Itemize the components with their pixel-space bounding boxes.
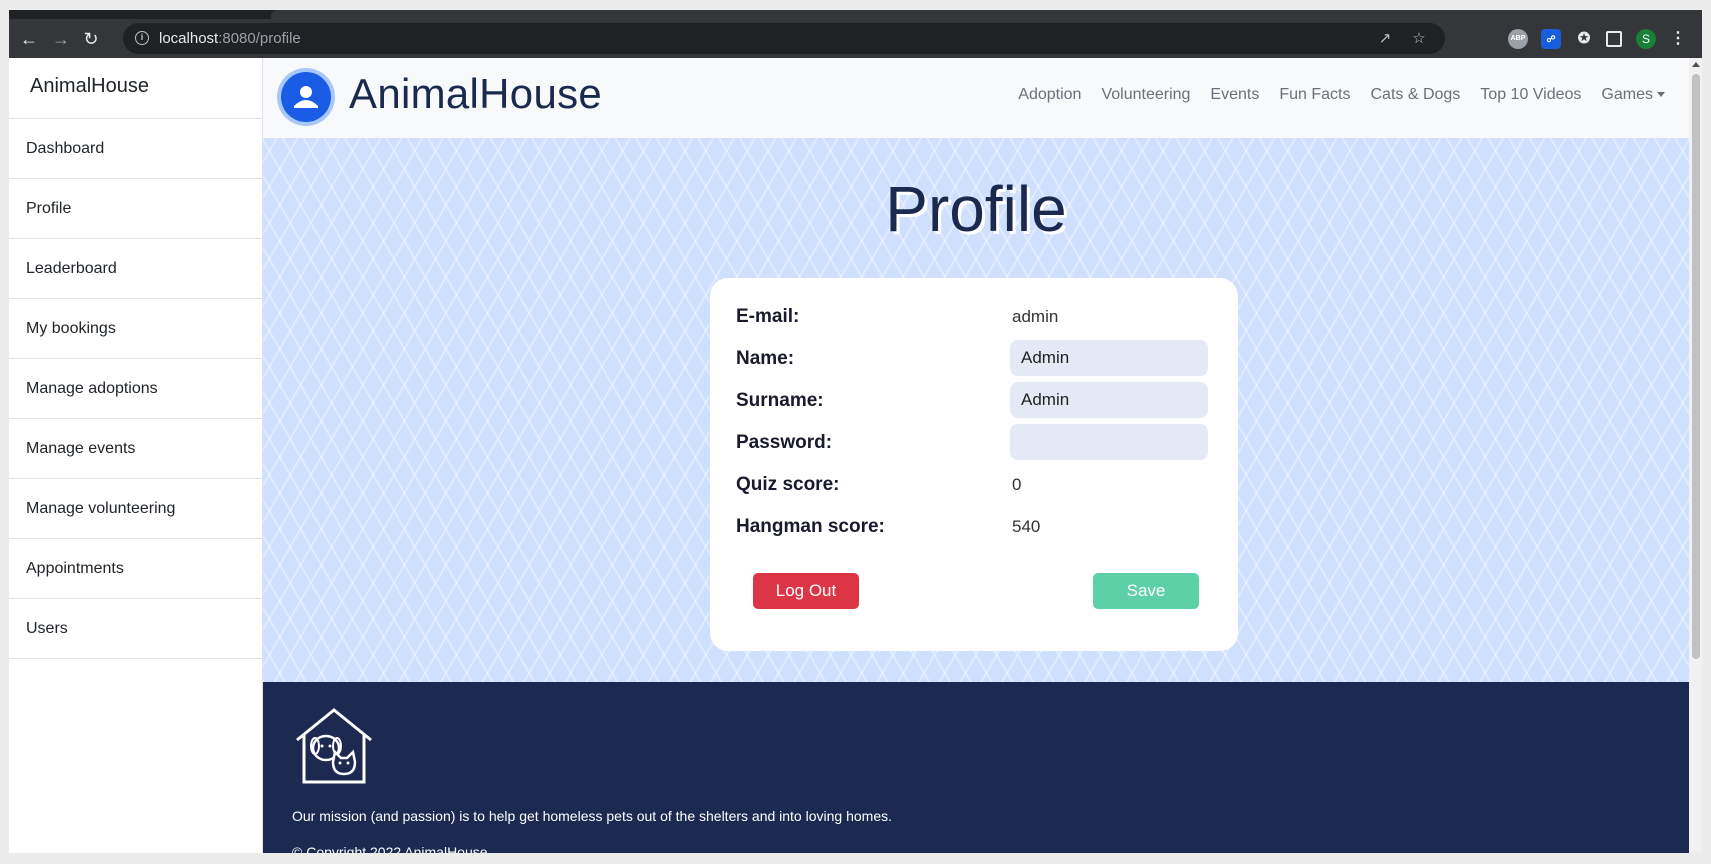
save-button[interactable]: Save — [1093, 573, 1199, 609]
surname-input[interactable] — [1010, 382, 1208, 418]
page-scrollbar[interactable] — [1689, 58, 1702, 853]
caret-down-icon — [1657, 92, 1665, 98]
sidebar-item-dashboard[interactable]: Dashboard — [9, 119, 262, 179]
bitwarden-extension-icon[interactable]: ☍ — [1541, 29, 1561, 49]
sidebar-item-my-bookings[interactable]: My bookings — [9, 299, 262, 359]
sidebar-item-manage-volunteering[interactable]: Manage volunteering — [9, 479, 262, 539]
navbar-links: Adoption Volunteering Events Fun Facts C… — [1018, 86, 1665, 104]
bookmark-star-icon[interactable]: ☆ — [1410, 30, 1428, 48]
sidebar-item-manage-events[interactable]: Manage events — [9, 419, 262, 479]
sidebar-item-users[interactable]: Users — [9, 599, 262, 659]
hangman-score-value: 540 — [1012, 517, 1041, 536]
password-label: Password: — [736, 432, 833, 453]
sidebar-item-appointments[interactable]: Appointments — [9, 539, 262, 599]
user-avatar-icon[interactable] — [277, 68, 335, 126]
nav-link-top-10-videos[interactable]: Top 10 Videos — [1480, 86, 1581, 104]
footer: Our mission (and passion) is to help get… — [263, 682, 1689, 853]
url-text[interactable]: localhost:8080/profile — [159, 30, 301, 47]
site-info-icon[interactable]: i — [135, 31, 149, 45]
sidebar-item-leaderboard[interactable]: Leaderboard — [9, 239, 262, 299]
side-panel-icon[interactable] — [1606, 31, 1622, 47]
name-label: Name: — [736, 348, 795, 369]
nav-link-cats-dogs[interactable]: Cats & Dogs — [1370, 86, 1460, 104]
surname-label: Surname: — [736, 390, 824, 411]
footer-mission-text: Our mission (and passion) is to help get… — [292, 808, 892, 824]
nav-link-volunteering[interactable]: Volunteering — [1101, 86, 1190, 104]
nav-link-adoption[interactable]: Adoption — [1018, 86, 1081, 104]
sidebar-brand[interactable]: AnimalHouse — [9, 58, 262, 119]
browser-toolbar: ← → ↻ i localhost:8080/profile ↗ ☆ ABP ☍… — [9, 19, 1702, 58]
main-content: AnimalHouse Adoption Volunteering Events… — [263, 58, 1702, 853]
email-value: admin — [1012, 307, 1059, 326]
scrollbar-thumb[interactable] — [1692, 74, 1700, 659]
profile-section: Profile E-mail: admin Name: Surname: — [263, 138, 1689, 682]
extensions-puzzle-icon[interactable]: ✪ — [1574, 29, 1594, 49]
nav-link-events[interactable]: Events — [1210, 86, 1259, 104]
password-row: Password: — [736, 424, 1208, 460]
email-row: E-mail: admin — [736, 298, 1206, 334]
footer-copyright: © Copyright 2022 AnimalHouse — [292, 844, 488, 853]
sidebar-item-profile[interactable]: Profile — [9, 179, 262, 239]
reload-icon[interactable]: ↻ — [79, 27, 103, 51]
surname-row: Surname: — [736, 382, 1208, 418]
scroll-up-arrow-icon[interactable] — [1692, 62, 1700, 67]
adblock-extension-icon[interactable]: ABP — [1508, 29, 1528, 49]
house-pets-logo-icon — [296, 708, 372, 784]
quiz-score-label: Quiz score: — [736, 474, 840, 495]
name-row: Name: — [736, 340, 1208, 376]
forward-arrow-icon[interactable]: → — [49, 27, 73, 51]
back-arrow-icon[interactable]: ← — [17, 27, 41, 51]
nav-dropdown-games[interactable]: Games — [1601, 86, 1665, 104]
profile-card: E-mail: admin Name: Surname: Password: — [710, 278, 1238, 651]
nav-link-fun-facts[interactable]: Fun Facts — [1279, 86, 1350, 104]
sidebar-item-manage-adoptions[interactable]: Manage adoptions — [9, 359, 262, 419]
share-icon[interactable]: ↗ — [1376, 30, 1394, 48]
page: AnimalHouse Dashboard Profile Leaderboar… — [9, 58, 1702, 853]
page-title: Profile — [885, 173, 1067, 245]
tab-strip — [9, 10, 1702, 19]
profile-avatar[interactable]: S — [1636, 29, 1656, 49]
quiz-score-value: 0 — [1012, 475, 1022, 494]
hangman-score-label: Hangman score: — [736, 516, 885, 537]
nav-dropdown-games-label: Games — [1601, 86, 1653, 103]
browser-window: ← → ↻ i localhost:8080/profile ↗ ☆ ABP ☍… — [9, 10, 1702, 853]
top-navbar: AnimalHouse Adoption Volunteering Events… — [263, 58, 1689, 138]
sidebar: AnimalHouse Dashboard Profile Leaderboar… — [9, 58, 263, 853]
navbar-brand[interactable]: AnimalHouse — [349, 70, 602, 118]
quiz-score-row: Quiz score: 0 — [736, 466, 1206, 502]
email-label: E-mail: — [736, 306, 800, 327]
logout-button[interactable]: Log Out — [753, 573, 859, 609]
address-bar[interactable]: i localhost:8080/profile ↗ ☆ — [123, 23, 1445, 54]
hangman-score-row: Hangman score: 540 — [736, 508, 1206, 544]
password-input[interactable] — [1010, 424, 1208, 460]
name-input[interactable] — [1010, 340, 1208, 376]
kebab-menu-icon[interactable]: ⋮ — [1668, 29, 1688, 49]
